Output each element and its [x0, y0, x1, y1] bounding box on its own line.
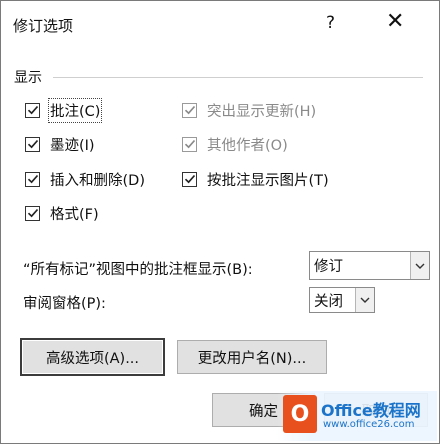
- close-icon[interactable]: ✕: [386, 9, 404, 34]
- checkbox-highlight-updates[interactable]: 突出显示更新(H): [182, 99, 316, 121]
- check-icon: [184, 174, 195, 184]
- checkbox-label: 批注(C): [47, 97, 103, 123]
- checkbox-pictures-by-comments[interactable]: 按批注显示图片(T): [182, 168, 329, 190]
- checkbox-ink[interactable]: 墨迹(I): [25, 133, 95, 155]
- dialog-title: 修订选项: [13, 17, 74, 35]
- check-icon: [184, 139, 195, 149]
- chevron-down-icon[interactable]: [355, 288, 374, 312]
- help-icon[interactable]: ?: [326, 13, 335, 33]
- checkbox-other-authors[interactable]: 其他作者(O): [182, 133, 288, 155]
- display-group-label: 显示: [14, 70, 42, 86]
- checkbox-formatting[interactable]: 格式(F): [25, 202, 99, 224]
- reviewing-pane-select[interactable]: 关闭: [309, 287, 375, 313]
- checkbox-label: 墨迹(I): [50, 137, 95, 154]
- check-icon: [27, 174, 38, 184]
- check-icon: [27, 208, 38, 218]
- checkbox-comments[interactable]: 批注(C): [25, 97, 103, 123]
- checkbox-box[interactable]: [25, 136, 40, 152]
- advanced-options-button[interactable]: 高级选项(A)...: [20, 338, 165, 376]
- reviewing-pane-label: 审阅窗格(P):: [23, 296, 106, 312]
- checkbox-label: 格式(F): [50, 206, 99, 223]
- checkbox-label: 插入和删除(D): [50, 172, 145, 189]
- balloons-select[interactable]: 修订: [309, 251, 430, 280]
- checkbox-insertions-deletions[interactable]: 插入和删除(D): [25, 168, 145, 190]
- checkbox-box[interactable]: [182, 102, 197, 118]
- cancel-button[interactable]: 取消: [324, 393, 428, 427]
- change-user-name-button[interactable]: 更改用户名(N)...: [177, 340, 327, 374]
- check-icon: [27, 139, 38, 149]
- checkbox-box[interactable]: [25, 205, 40, 221]
- revision-options-dialog: 修订选项 ? ✕ 显示 批注(C) 突出显示更新(H) 墨迹(I) 其他作者(O…: [0, 0, 440, 444]
- check-icon: [27, 105, 38, 115]
- checkbox-label: 按批注显示图片(T): [207, 172, 329, 189]
- reviewing-pane-value: 关闭: [314, 293, 343, 310]
- checkbox-box[interactable]: [25, 102, 40, 118]
- balloons-label: “所有标记”视图中的批注框显示(B):: [23, 262, 253, 278]
- ok-button[interactable]: 确定: [212, 393, 315, 427]
- checkbox-box[interactable]: [182, 171, 197, 187]
- chevron-down-icon[interactable]: [410, 252, 429, 279]
- checkbox-label: 突出显示更新(H): [207, 103, 317, 120]
- checkbox-label: 其他作者(O): [207, 137, 288, 154]
- balloons-value: 修订: [314, 259, 343, 275]
- title-bar: 修订选项 ? ✕: [1, 1, 439, 53]
- checkbox-box[interactable]: [25, 171, 40, 187]
- check-icon: [184, 105, 195, 115]
- group-divider: [53, 77, 423, 78]
- checkbox-box[interactable]: [182, 136, 197, 152]
